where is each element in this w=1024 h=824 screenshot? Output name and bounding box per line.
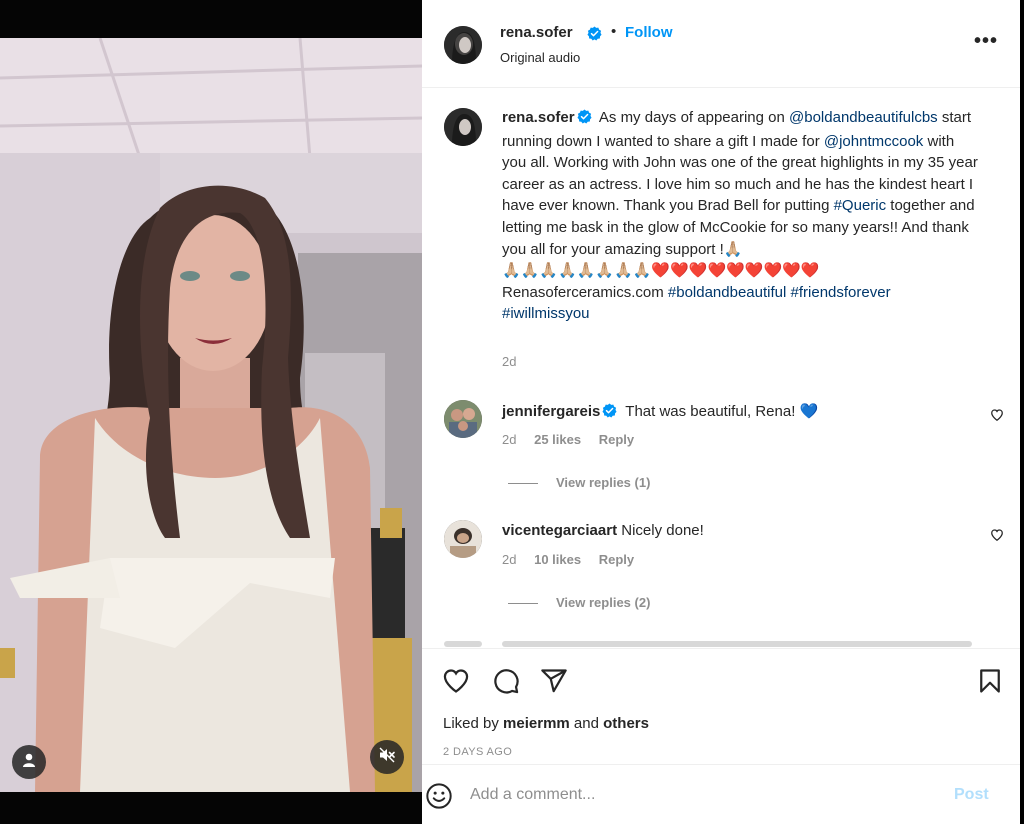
heart-icon[interactable] xyxy=(442,667,470,700)
post-panel: rena.sofer • Follow Original audio ••• r… xyxy=(422,0,1020,824)
caption-author-avatar[interactable] xyxy=(444,108,482,146)
comment-time[interactable]: 2d xyxy=(502,552,516,567)
liked-by-user[interactable]: meiermm xyxy=(503,715,570,732)
muted-speaker-icon xyxy=(378,746,396,769)
comment-input[interactable] xyxy=(470,783,940,807)
author-username[interactable]: rena.sofer xyxy=(500,24,573,41)
heart-icon[interactable] xyxy=(990,528,1004,547)
liked-by-prefix: Liked by xyxy=(443,715,499,732)
emoji-icon[interactable] xyxy=(425,782,453,815)
caption-text: rena.sofer As my days of appearing on @b… xyxy=(502,107,980,325)
video-frame xyxy=(0,38,422,792)
window-edge xyxy=(1020,0,1024,824)
liked-by-and: and xyxy=(573,715,599,732)
video-letterbox-top xyxy=(0,0,422,38)
post-date[interactable]: 2 DAYS AGO xyxy=(443,746,512,758)
comment-likes[interactable]: 10 likes xyxy=(534,552,581,567)
heart-icon[interactable] xyxy=(990,408,1004,427)
view-replies-button[interactable]: View replies (2) xyxy=(508,595,650,610)
comment-username[interactable]: jennifergareis xyxy=(502,403,600,420)
original-audio-link[interactable]: Original audio xyxy=(500,50,580,65)
view-replies-label: View replies (1) xyxy=(556,475,651,490)
replies-divider xyxy=(508,483,538,485)
liked-by-others[interactable]: others xyxy=(603,715,649,732)
liked-by-summary: Liked by meiermm and others xyxy=(443,715,649,732)
post-header: rena.sofer • Follow Original audio ••• xyxy=(422,0,1020,88)
user-tag-button[interactable] xyxy=(12,745,46,779)
comment-time[interactable]: 2d xyxy=(502,432,516,447)
more-options-icon[interactable]: ••• xyxy=(974,30,998,53)
comment-meta: 2d 25 likes Reply xyxy=(502,432,648,447)
add-comment-bar: Post xyxy=(422,764,1020,824)
emoji-pray-row: 🙏🏼🙏🏼🙏🏼🙏🏼🙏🏼🙏🏼🙏🏼🙏🏼 xyxy=(502,262,652,280)
reel-video-player[interactable] xyxy=(0,0,422,824)
view-replies-button[interactable]: View replies (1) xyxy=(508,475,650,490)
share-icon[interactable] xyxy=(540,667,568,700)
reply-button[interactable]: Reply xyxy=(599,432,634,447)
emoji-heart-row: ❤️❤️❤️❤️❤️❤️❤️❤️❤️ xyxy=(651,262,820,280)
commenter-avatar[interactable] xyxy=(444,520,482,558)
comment-item-clipped xyxy=(444,637,984,647)
hashtag-link[interactable]: #Queric xyxy=(834,197,887,214)
verified-badge-icon xyxy=(602,403,617,422)
mention-link[interactable]: @boldandbeautifulcbs xyxy=(789,109,938,126)
follow-button[interactable]: Follow xyxy=(625,24,673,41)
caption-username[interactable]: rena.sofer xyxy=(502,109,575,126)
comment-username[interactable]: vicentegarciaart xyxy=(502,522,617,539)
clipped-text xyxy=(502,641,972,647)
header-separator: • xyxy=(611,23,617,40)
replies-divider xyxy=(508,603,538,605)
bookmark-icon[interactable] xyxy=(976,667,1004,700)
comment-text: That was beautiful, Rena! 💙 xyxy=(625,403,819,420)
comment-line: vicentegarciaart Nicely done! xyxy=(502,522,704,539)
hashtag-link[interactable]: #iwillmissyou xyxy=(502,305,590,322)
post-comment-button[interactable]: Post xyxy=(954,786,989,804)
comment-icon[interactable] xyxy=(492,667,520,700)
mute-toggle-button[interactable] xyxy=(370,740,404,774)
comment-meta: 2d 10 likes Reply xyxy=(502,552,648,567)
view-replies-label: View replies (2) xyxy=(556,595,651,610)
verified-badge-icon xyxy=(577,109,592,131)
hashtag-link[interactable]: #friendsforever xyxy=(791,284,891,301)
mention-link[interactable]: @johntmccook xyxy=(824,133,923,150)
comment-likes[interactable]: 25 likes xyxy=(534,432,581,447)
caption-body-5: Renasoferceramics.com xyxy=(502,283,664,301)
comment-text: Nicely done! xyxy=(621,522,704,539)
post-actions: Liked by meiermm and others 2 DAYS AGO xyxy=(422,648,1020,760)
caption-body-1: As my days of appearing on xyxy=(598,109,785,126)
verified-badge-icon xyxy=(587,26,602,46)
reply-button[interactable]: Reply xyxy=(599,552,634,567)
user-tag-icon xyxy=(21,752,37,773)
clipped-avatar xyxy=(444,641,482,647)
commenter-avatar[interactable] xyxy=(444,400,482,438)
video-letterbox-bottom xyxy=(0,792,422,824)
hashtag-link[interactable]: #boldandbeautiful xyxy=(668,284,786,301)
comment-line: jennifergareis That was beautiful, Rena!… xyxy=(502,402,818,422)
author-avatar[interactable] xyxy=(444,26,482,64)
caption-timestamp[interactable]: 2d xyxy=(502,354,516,369)
